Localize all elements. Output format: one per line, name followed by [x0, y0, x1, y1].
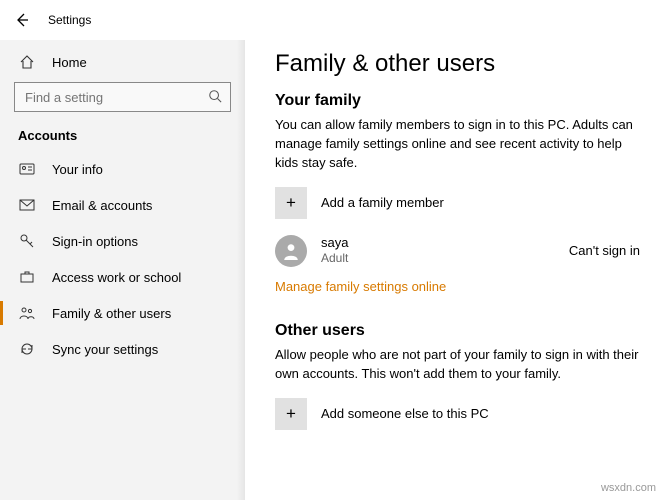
- member-status: Can't sign in: [569, 243, 640, 258]
- sidebar-section: Accounts: [0, 118, 245, 151]
- people-icon: [18, 306, 36, 320]
- other-users-heading: Other users: [275, 322, 640, 340]
- content-pane: Family & other users Your family You can…: [245, 40, 670, 500]
- search-input[interactable]: [14, 82, 231, 112]
- user-avatar-icon: [275, 235, 307, 267]
- back-button[interactable]: [14, 12, 30, 28]
- add-family-label: Add a family member: [321, 195, 444, 210]
- add-family-member-button[interactable]: + Add a family member: [275, 187, 640, 219]
- plus-icon: +: [275, 187, 307, 219]
- sidebar-item-your-info[interactable]: Your info: [0, 151, 245, 187]
- sidebar: Home Accounts Your info Email & accounts: [0, 40, 245, 500]
- plus-icon: +: [275, 398, 307, 430]
- other-users-description: Allow people who are not part of your fa…: [275, 346, 640, 384]
- add-other-user-button[interactable]: + Add someone else to this PC: [275, 398, 640, 430]
- sidebar-item-family[interactable]: Family & other users: [0, 295, 245, 331]
- app-title: Settings: [48, 13, 91, 27]
- nav-home[interactable]: Home: [0, 44, 245, 80]
- sidebar-item-signin[interactable]: Sign-in options: [0, 223, 245, 259]
- family-member-row[interactable]: saya Adult Can't sign in: [275, 235, 640, 267]
- member-role: Adult: [321, 251, 555, 267]
- search-field[interactable]: [23, 89, 208, 106]
- id-card-icon: [18, 162, 36, 176]
- sidebar-item-work[interactable]: Access work or school: [0, 259, 245, 295]
- sidebar-item-label: Family & other users: [52, 306, 171, 321]
- mail-icon: [18, 199, 36, 211]
- sync-icon: [18, 341, 36, 357]
- add-other-label: Add someone else to this PC: [321, 406, 489, 421]
- briefcase-icon: [18, 270, 36, 284]
- sidebar-item-sync[interactable]: Sync your settings: [0, 331, 245, 367]
- nav-home-label: Home: [52, 55, 87, 70]
- manage-family-link[interactable]: Manage family settings online: [275, 279, 446, 294]
- family-heading: Your family: [275, 92, 640, 110]
- sidebar-item-label: Your info: [52, 162, 103, 177]
- sidebar-item-label: Email & accounts: [52, 198, 152, 213]
- search-icon: [208, 89, 222, 106]
- sidebar-item-label: Access work or school: [52, 270, 181, 285]
- sidebar-item-email[interactable]: Email & accounts: [0, 187, 245, 223]
- watermark: wsxdn.com: [601, 482, 656, 494]
- key-icon: [18, 233, 36, 249]
- sidebar-item-label: Sync your settings: [52, 342, 158, 357]
- sidebar-item-label: Sign-in options: [52, 234, 138, 249]
- home-icon: [18, 54, 36, 70]
- family-description: You can allow family members to sign in …: [275, 116, 640, 173]
- member-name: saya: [321, 235, 555, 252]
- page-title: Family & other users: [275, 50, 640, 78]
